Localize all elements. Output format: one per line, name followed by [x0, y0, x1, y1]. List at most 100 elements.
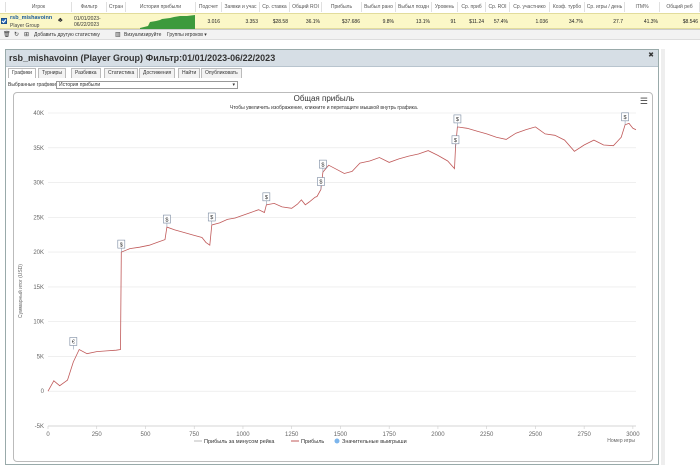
big-win-marker-label: $ — [624, 115, 627, 121]
col-header[interactable]: Прибыль — [322, 2, 362, 12]
col-header[interactable]: История прибыли — [126, 2, 196, 12]
y-axis-label: Суммарный итог (USD) — [17, 264, 24, 318]
graph-select-dropdown[interactable]: История прибыли ▾ — [56, 81, 238, 89]
y-tick-label: 10K — [33, 320, 44, 326]
x-tick-label: 1000 — [236, 432, 250, 438]
y-tick-label: -5K — [35, 424, 44, 430]
col-header[interactable]: Ср. ставка — [260, 2, 290, 12]
col-header[interactable]: Ср. участнико — [510, 2, 550, 12]
x-tick-label: 0 — [46, 432, 50, 438]
cell-avg-profit: $11.24 — [469, 19, 484, 25]
col-header[interactable]: Выбыл поздн — [396, 2, 432, 12]
tab-statistics[interactable]: Статистика — [104, 68, 139, 78]
filter-date-end: 06/22/2023 — [74, 22, 100, 28]
profit-history-sparkline[interactable] — [140, 15, 195, 29]
x-tick-label: 2500 — [529, 432, 543, 438]
y-tick-label: 30K — [33, 181, 44, 187]
player-name-link[interactable]: rsb_mishavoinn — [10, 15, 52, 21]
x-tick-label: 2250 — [480, 432, 494, 438]
legend-big-win-label: Значительные выигрыши — [342, 439, 407, 445]
visualize-icon[interactable]: ▥ — [115, 30, 121, 40]
tab-graphs[interactable]: Графики — [8, 68, 36, 78]
x-tick-label: 500 — [140, 432, 151, 438]
visualize-button[interactable]: Визуализируйте — [124, 30, 161, 40]
y-tick-label: 15K — [33, 285, 44, 291]
y-tick-label: 40K — [33, 111, 44, 117]
cell-late-out: 13.1% — [415, 19, 430, 25]
tab-find[interactable]: Найти — [178, 68, 201, 78]
col-header[interactable]: Общий ROI — [290, 2, 322, 12]
col-header[interactable]: Фильтр — [72, 2, 107, 12]
cell-total-rake: $8.546 — [682, 19, 698, 25]
table-row[interactable]: rsb_mishavoinn Player Group ♣ 01/01/2023… — [0, 13, 700, 29]
refresh-icon[interactable]: ↻ — [14, 30, 19, 40]
x-tick-label: 1500 — [334, 432, 348, 438]
player-group-label: Player Group — [10, 23, 40, 29]
x-tick-label: 1250 — [285, 432, 299, 438]
panel-title-bar: rsb_mishavoinn (Player Group) Фильтр:01/… — [6, 50, 658, 67]
big-win-marker-label: $ — [321, 162, 324, 168]
add-stats-icon[interactable]: ⊞ — [24, 30, 29, 40]
chevron-down-icon: ▾ — [232, 82, 235, 88]
panel-title: rsb_mishavoinn (Player Group) Фильтр:01/… — [9, 53, 276, 63]
cell-entries: 3.353 — [245, 19, 258, 25]
y-tick-label: 25K — [33, 215, 44, 221]
y-tick-label: 5K — [37, 354, 44, 360]
col-header[interactable]: Подсчет — [196, 2, 222, 12]
row-checkbox[interactable] — [1, 18, 7, 24]
col-header[interactable]: Ср. игры / день — [585, 2, 625, 12]
player-groups-dropdown[interactable]: Группы игроков ▾ — [167, 30, 207, 40]
legend-rake-label: Прибыль за минусом рейка — [204, 438, 275, 445]
tab-publish[interactable]: Опубликовать — [201, 68, 242, 78]
cell-avg-roi: 57.4% — [493, 19, 508, 25]
x-tick-label: 250 — [92, 432, 103, 438]
big-win-marker-label: $ — [454, 138, 457, 144]
cell-itm: 41.3% — [643, 19, 658, 25]
player-settings-icon[interactable]: ♣ — [58, 17, 63, 24]
col-header[interactable]: Выбыл ранo — [362, 2, 396, 12]
profit-chart[interactable]: -5K05K10K15K20K25K30K35K40K0 250 500 750 100… — [14, 93, 654, 463]
cell-turbo-ratio: 34.7% — [568, 19, 583, 25]
tab-breakdown[interactable]: Разбивка — [71, 68, 101, 78]
cell-games-per-day: 27.7 — [613, 19, 623, 25]
delete-icon[interactable]: 🗑 — [3, 30, 11, 40]
tab-achievements[interactable]: Достижения — [139, 68, 176, 78]
x-tick-label: 2750 — [577, 432, 591, 438]
cell-profit: $37.686 — [341, 19, 360, 25]
chart-subtitle: Чтобы увеличить изображение, кликните и … — [230, 104, 418, 111]
profit-chart-container[interactable]: -5K 0 5K 10K 15K 20K 25K 30K 35K 40K 0 250 500 750 100… — [13, 92, 653, 462]
graph-select-value: История прибыли — [59, 82, 101, 88]
vertical-scrollbar[interactable] — [661, 49, 665, 465]
col-header[interactable]: Стран — [107, 2, 126, 12]
col-header[interactable]: Коэф. турбо — [550, 2, 585, 12]
col-header[interactable]: Уровень — [432, 2, 458, 12]
player-details-panel: rsb_mishavoinn (Player Group) Фильтр:01/… — [5, 49, 659, 465]
x-tick-label: 2000 — [431, 432, 445, 438]
close-icon[interactable]: ✖ — [648, 51, 654, 59]
big-win-marker-label: $ — [456, 117, 459, 123]
col-header[interactable]: Игрок — [6, 2, 72, 12]
cell-avg-stake: $28.58 — [272, 19, 288, 25]
col-header[interactable]: Общий реб — [660, 2, 700, 12]
x-axis-label: Номер игры — [607, 438, 635, 444]
col-header[interactable]: Заявки и учас — [222, 2, 260, 12]
big-win-marker-label: € — [72, 340, 75, 346]
col-header[interactable]: Ср. приб — [458, 2, 486, 12]
table-toolbar: 🗑 ↻ ⊞ Добавить другую статистику ▥ Визуа… — [0, 30, 700, 40]
tab-tournaments[interactable]: Турниры — [38, 68, 66, 78]
cell-avg-entrants: 1.036 — [535, 19, 548, 25]
legend-big-win-swatch — [334, 438, 340, 444]
profit-series-line — [47, 122, 637, 392]
big-win-marker-label: $ — [319, 180, 322, 186]
chart-menu-icon[interactable]: ☰ — [640, 96, 648, 107]
big-win-marker-label: $ — [210, 215, 213, 221]
add-stats-button[interactable]: Добавить другую статистику — [34, 30, 100, 40]
col-header[interactable]: ITM% — [625, 2, 660, 12]
col-header[interactable]: Ср. ROI — [486, 2, 510, 12]
cell-total-roi: 36.1% — [305, 19, 320, 25]
graph-selector-label: Выбранные графики: — [8, 82, 58, 88]
big-win-marker-label: $ — [165, 217, 168, 223]
cell-level: 91 — [450, 19, 456, 25]
big-win-marker-label: $ — [120, 242, 123, 248]
x-tick-label: 1750 — [383, 432, 397, 438]
